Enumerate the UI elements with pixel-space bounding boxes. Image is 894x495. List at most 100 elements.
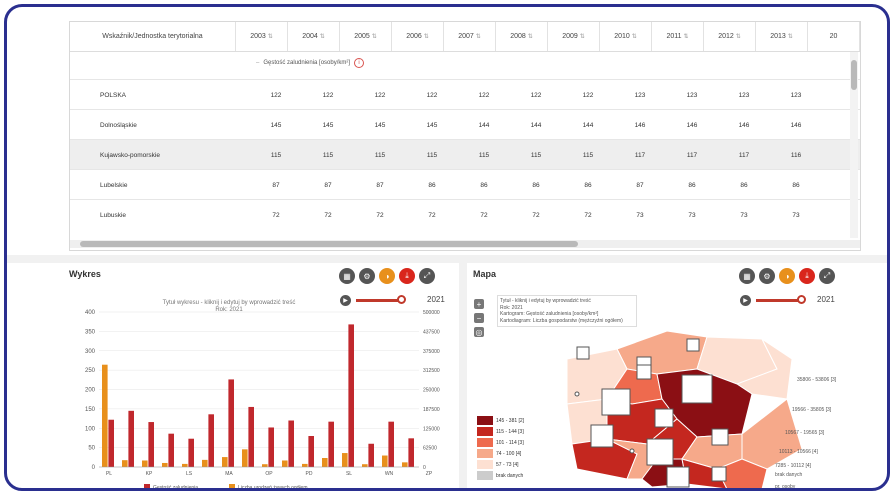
year-label: 2011 (666, 33, 682, 40)
year-column-header[interactable]: 2007 ⇅ (444, 22, 496, 51)
zoom-out-button[interactable]: − (474, 313, 484, 323)
diagram-square (654, 408, 674, 428)
year-column-header[interactable]: 2012 ⇅ (704, 22, 756, 51)
table-cell: 72 (480, 211, 488, 219)
y-left-tick: 400 (85, 310, 96, 316)
bar-births (162, 462, 168, 467)
table-cell: 73 (688, 211, 696, 219)
bar-births (362, 464, 368, 467)
horizontal-scrollbar[interactable] (70, 240, 860, 248)
year-column-header[interactable]: 2011 ⇅ (652, 22, 704, 51)
sort-icon[interactable]: ⇅ (684, 33, 689, 40)
sort-icon[interactable]: ⇅ (476, 33, 481, 40)
table-cell: 144 (478, 121, 490, 129)
sort-icon[interactable]: ⇅ (580, 33, 585, 40)
year-column-header[interactable]: 2009 ⇅ (548, 22, 600, 51)
sort-icon[interactable]: ⇅ (424, 33, 429, 40)
reset-view-button[interactable]: ◎ (474, 327, 484, 337)
table-icon[interactable]: ▦ (739, 268, 755, 284)
table-cell: 87 (272, 181, 280, 189)
year-column-header[interactable]: 20 (808, 22, 860, 51)
expand-icon[interactable]: ⤢ (419, 268, 435, 284)
poland-map[interactable] (547, 319, 807, 489)
sort-icon[interactable]: ⇅ (268, 33, 273, 40)
download-icon[interactable]: ⤓ (799, 268, 815, 284)
bar-density (288, 420, 294, 467)
y-left-tick: 300 (85, 349, 96, 355)
bar-births (142, 460, 148, 467)
legend-swatch (477, 427, 493, 436)
table-row[interactable]: POLSKA 122 122 122 122 122 122 122 123 123 123 123 (70, 79, 860, 110)
legend-label: Gęstość zaludnienia (153, 485, 198, 491)
bar-density (208, 414, 214, 467)
year-slider-handle[interactable] (797, 295, 806, 304)
table-row[interactable]: Lubuskie 72 72 72 72 72 72 72 73 73 73 73 (70, 199, 860, 230)
palette-icon[interactable]: ◑ (379, 268, 395, 284)
legend-swatch (477, 460, 493, 469)
chart-panel-title: Wykres (69, 269, 101, 279)
year-label: 2012 (718, 33, 734, 40)
bar-density (328, 421, 334, 467)
table-row[interactable]: Kujawsko-pomorskie 115 115 115 115 115 115 115 1… (70, 139, 860, 170)
legend-item: brak danych (477, 470, 524, 481)
vertical-scrollbar[interactable] (850, 52, 858, 238)
diagram-square (590, 424, 614, 448)
year-label: 2008 (510, 33, 526, 40)
bar-births (302, 463, 308, 467)
download-icon[interactable]: ⤓ (399, 268, 415, 284)
year-column-header[interactable]: 2008 ⇅ (496, 22, 548, 51)
year-column-header[interactable]: 2006 ⇅ (392, 22, 444, 51)
table-cell: 86 (532, 181, 540, 189)
table-row[interactable]: Lubelskie 87 87 87 86 86 86 86 87 86 86 86 (70, 169, 860, 200)
table-cell: 146 (634, 121, 646, 129)
sort-icon[interactable]: ⇅ (736, 33, 741, 40)
bar-births (402, 462, 408, 467)
year-label: 2010 (614, 33, 630, 40)
year-column-header[interactable]: 2013 ⇅ (756, 22, 808, 51)
indicator-column-header[interactable]: Wskaźnik/Jednostka terytorialna (70, 22, 236, 51)
sort-icon[interactable]: ⇅ (632, 33, 637, 40)
info-icon[interactable]: i (354, 58, 365, 68)
sort-icon[interactable]: ⇅ (528, 33, 533, 40)
region-pomorskie[interactable] (616, 330, 708, 375)
sort-icon[interactable]: ⇅ (320, 33, 325, 40)
row-label: Lubuskie (100, 211, 127, 219)
gear-icon[interactable]: ⚙ (359, 268, 375, 284)
bar-births (382, 455, 388, 467)
table-cell: 115 (426, 151, 438, 159)
year-column-header[interactable]: 2003 ⇅ (236, 22, 288, 51)
table-cell: 86 (428, 181, 436, 189)
size-legend-item: 19566 - 35805 [3] (792, 407, 832, 413)
bar-density (128, 410, 134, 467)
table-cell: 145 (374, 121, 386, 129)
collapse-icon[interactable]: – (256, 60, 259, 66)
legend-swatch (229, 484, 235, 488)
table-icon[interactable]: ▦ (339, 268, 355, 284)
panel-divider (459, 255, 467, 488)
year-label: 2007 (458, 33, 474, 40)
palette-icon[interactable]: ◑ (779, 268, 795, 284)
year-column-header[interactable]: 2010 ⇅ (600, 22, 652, 51)
y-right-tick: 500000 (423, 310, 440, 316)
y-left-tick: 150 (85, 407, 96, 413)
diagram-dot (574, 391, 580, 397)
sort-icon[interactable]: ⇅ (372, 33, 377, 40)
play-button[interactable]: ▶ (740, 295, 751, 306)
expand-icon[interactable]: ⤢ (819, 268, 835, 284)
year-column-header[interactable]: 2004 ⇅ (288, 22, 340, 51)
y-right-tick: 375000 (423, 349, 440, 355)
zoom-in-button[interactable]: + (474, 299, 484, 309)
table-row[interactable]: Dolnośląskie 145 145 145 145 144 144 144 146 146 1… (70, 109, 860, 140)
table-cell: 115 (374, 151, 386, 159)
scroll-thumb[interactable] (80, 241, 578, 247)
size-legend-item: 10567 - 19565 [3] (785, 430, 825, 436)
sort-icon[interactable]: ⇅ (788, 33, 793, 40)
year-column-header[interactable]: 2005 ⇅ (340, 22, 392, 51)
table-cell: 86 (688, 181, 696, 189)
scroll-thumb[interactable] (851, 60, 857, 90)
legend-swatch (477, 449, 493, 458)
indicator-subheader[interactable]: – Gęstość zaludnienia [osoby/km²] i (256, 52, 365, 74)
table-cell: 145 (426, 121, 438, 129)
gear-icon[interactable]: ⚙ (759, 268, 775, 284)
table-cell: 115 (322, 151, 334, 159)
